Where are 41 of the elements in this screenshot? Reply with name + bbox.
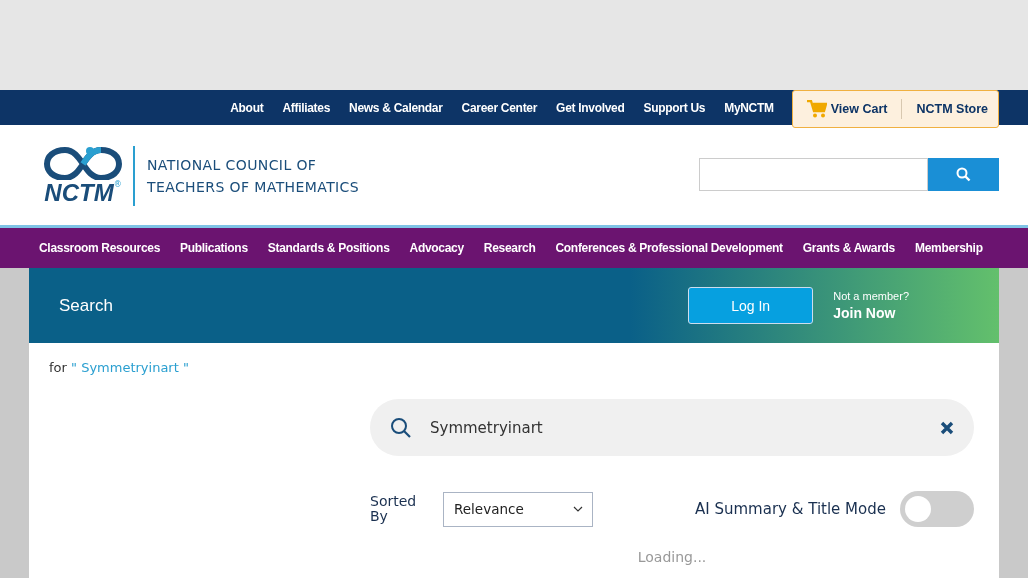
store-link[interactable]: NCTM Store <box>916 102 988 116</box>
caret-icon <box>573 506 583 512</box>
utility-link[interactable]: Career Center <box>461 100 538 115</box>
nav-link[interactable]: Classroom Resources <box>39 241 161 255</box>
nav-link[interactable]: Standards & Positions <box>267 241 390 255</box>
search-field[interactable] <box>699 157 928 191</box>
nav-link[interactable]: Publications <box>180 241 248 255</box>
query-label: for <box>49 360 67 375</box>
cart-icon <box>806 100 827 118</box>
join-link[interactable]: Join Now <box>833 305 909 321</box>
search-icon <box>390 416 412 439</box>
nav-link[interactable]: Advocacy <box>409 241 464 255</box>
registered-mark: ® <box>113 180 122 189</box>
clear-icon[interactable] <box>940 420 954 435</box>
utility-link[interactable]: Affiliates <box>282 100 331 115</box>
page-title: Search <box>59 295 113 316</box>
search-button[interactable] <box>928 157 999 191</box>
logo-acronym: NCTM <box>44 180 114 206</box>
logo-text: NATIONAL COUNCIL OF <box>147 157 318 173</box>
logo-text: TEACHERS OF MATHEMATICS <box>147 179 360 195</box>
nav-link[interactable]: Membership <box>915 241 983 255</box>
nav-link[interactable]: Grants & Awards <box>802 241 895 255</box>
utility-link[interactable]: MyNCTM <box>724 100 774 115</box>
nav-link[interactable]: Conferences & Professional Development <box>555 241 783 255</box>
search-bar[interactable]: Symmetryinart <box>370 399 974 456</box>
sort-label: Sorted By <box>370 494 418 524</box>
nav-link[interactable]: Research <box>483 241 536 255</box>
search-input[interactable]: Symmetryinart <box>428 417 924 438</box>
toggle-switch[interactable] <box>900 491 974 527</box>
view-cart-link[interactable]: View Cart <box>806 100 888 118</box>
member-prompt: Not a member? <box>833 290 909 302</box>
loading-text: Loading... <box>637 549 707 565</box>
utility-link[interactable]: News & Calendar <box>349 100 443 115</box>
sort-dropdown[interactable]: Relevance <box>443 491 593 527</box>
utility-link[interactable]: About <box>230 100 264 115</box>
logo-icon <box>43 146 123 180</box>
query-text: " Symmetryinart " <box>71 360 189 375</box>
toggle-label: AI Summary & Title Mode <box>695 500 886 518</box>
search-icon <box>956 166 971 182</box>
utility-link[interactable]: Get Involved <box>556 100 625 115</box>
utility-link[interactable]: Support Us <box>643 100 706 115</box>
